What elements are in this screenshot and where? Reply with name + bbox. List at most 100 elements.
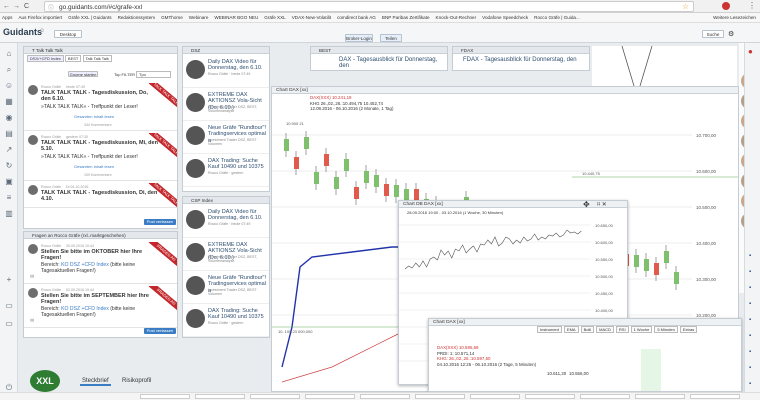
chart-icon[interactable]: ▪ [749, 317, 751, 323]
broker-login-button[interactable]: Broker-Login [345, 34, 373, 42]
read-more-link[interactable]: Gesamten Inhalt lesen [74, 164, 114, 169]
alert-icon[interactable]: ● [748, 47, 753, 56]
taskbar-item[interactable] [525, 394, 575, 399]
feed-title[interactable]: Daily DAX Video für Donnerstag, den 6.10… [208, 59, 268, 72]
user-icon[interactable]: ☺ [4, 81, 14, 91]
taskbar-item[interactable] [470, 394, 520, 399]
guidants-logo[interactable]: Guidants [3, 27, 42, 37]
lock-icon[interactable]: ▣ [4, 177, 14, 187]
other-bookmarks[interactable]: Weitere Lesezeichen [713, 15, 756, 20]
bookmark-item[interactable]: Redaktionssystem [118, 15, 156, 20]
feed-item[interactable]: EXTREME DAX AKTIONSZ Vola-Sicht (Do, 6.1… [183, 90, 269, 121]
bookmark-item[interactable]: Aus Firefox importiert [18, 15, 62, 20]
trend-icon[interactable]: ↗ [4, 145, 14, 155]
list-icon[interactable]: ▪ [749, 285, 751, 291]
post-title[interactable]: Stellen Sie bitte im OKTOBER hier Ihre F… [41, 249, 159, 261]
fdax-headline[interactable]: FDAX - Tagesausblick für Donnerstag, den [463, 57, 577, 63]
tab-dsx[interactable]: DSX/+CFD Index [27, 55, 64, 62]
taskbar-item[interactable] [690, 394, 740, 399]
user-icon[interactable]: ☺ [39, 28, 45, 34]
post-author[interactable]: Rocco Gräfe [41, 85, 61, 89]
chart-icon[interactable]: ▪ [749, 349, 751, 355]
feed-title[interactable]: DAX Trading: Suche Kauf 10490 und 10375 [208, 308, 268, 321]
bookmark-item[interactable]: Vodafone Speedcheck [482, 15, 528, 20]
post-author[interactable]: Rocco Gräfe [41, 185, 61, 189]
avatar[interactable] [28, 185, 38, 195]
feed-item[interactable]: Neue Gräfe "Rundtour"! Tradingservices o… [183, 123, 269, 154]
feed-item[interactable]: Daily DAX Video für Donnerstag, den 6.10… [183, 57, 269, 88]
calendar-icon[interactable]: ▦ [4, 97, 14, 107]
eye-icon[interactable]: ◉ [4, 113, 14, 123]
avatar[interactable] [28, 244, 38, 254]
grid-icon[interactable]: ▥ [4, 209, 14, 219]
post-item[interactable]: Rocco Gräfe 02.09.2016 10:44 Stellen Sie b… [24, 286, 177, 328]
post-title[interactable]: Stellen Sie bitte im SEPTEMBER hier Ihre… [41, 293, 159, 305]
bookmark-item[interactable]: Rocco Gräfe | Guida... [534, 15, 580, 20]
house-icon[interactable]: ⌂ [4, 49, 14, 59]
bookmark-item[interactable]: WEBINAR BGO NEU [214, 15, 258, 20]
forward-button[interactable]: → [13, 3, 20, 10]
layer-icon[interactable]: ≡ [4, 193, 14, 203]
taskbar-item[interactable] [305, 394, 355, 399]
share-button[interactable]: Teilen [380, 34, 402, 42]
star-icon[interactable]: ☆ [682, 2, 689, 11]
post-item[interactable]: Rocco Gräfe heute 07:49 TALK TALK TALK - T… [24, 83, 177, 131]
bookmark-item[interactable]: Knock-Out-Rechner [436, 15, 477, 20]
post-author[interactable]: Rocco Gräfe [41, 288, 61, 292]
post-verfassen-button[interactable]: Post verfassen [144, 219, 176, 225]
bookmark-item[interactable]: VDAX-New-Volatilit [292, 15, 331, 20]
taskbar-item[interactable] [360, 394, 410, 399]
search-icon[interactable]: ⌕ [4, 65, 14, 75]
toolbar-button[interactable]: Extras [679, 326, 698, 333]
toolbar-button[interactable]: EMA [563, 326, 579, 333]
best-headline[interactable]: DAX - Tagesausblick für Donnerstag, den [339, 57, 447, 70]
post-title[interactable]: TALK TALK TALK - Tagesdiskussion, Do, de… [41, 90, 159, 102]
feed-item[interactable]: EXTREME DAX AKTIONSZ Vola-Sicht (Do, 6.1… [183, 240, 269, 271]
comment-count[interactable]: 109 Kommentare [84, 173, 112, 177]
bookmark-item[interactable]: Gräfe XXL [264, 15, 285, 20]
post-item[interactable]: Rocco Gräfe Di 04.10.2016 TALK TALK TALK -… [24, 183, 177, 208]
taskbar-item[interactable] [415, 394, 465, 399]
toolbar-button[interactable]: Bolli [580, 326, 595, 333]
feed-item[interactable]: Daily DAX Video für Donnerstag, den 6.10… [183, 207, 269, 238]
chart-icon[interactable]: ▪ [749, 381, 751, 387]
post-item[interactable]: Rocco Gräfe gestern 07:30 TALK TALK TALK -… [24, 133, 177, 181]
address-bar[interactable]: ⓘ go.guidants.com/#c/grafe-xxl ☆ [44, 1, 694, 12]
toolbar-button[interactable]: RSI [615, 326, 629, 333]
tab-risikoprofil[interactable]: Risikoprofil [122, 378, 151, 384]
bookmark-item[interactable]: Webinare [189, 15, 209, 20]
bookmark-item[interactable]: Gräfe XXL | Guidants [68, 15, 111, 20]
bookmark-item[interactable]: Apps [2, 15, 12, 20]
chart-icon[interactable]: ▪ [749, 301, 751, 307]
post-verfassen-button[interactable]: Post verfassen [144, 328, 176, 334]
plus-icon[interactable]: + [4, 275, 14, 285]
feed-item[interactable]: DAX Trading: Suche Kauf 10490 und 10375 R… [183, 156, 269, 187]
comment-icon[interactable]: ✉ [30, 274, 34, 280]
comment-count[interactable]: 344 Kommentare [84, 123, 112, 127]
tab-steckbrief[interactable]: Steckbrief [80, 378, 111, 386]
taskbar-item[interactable] [250, 394, 300, 399]
chart-icon[interactable]: ▪ [749, 333, 751, 339]
chart-icon[interactable]: ▤ [4, 129, 14, 139]
avatar[interactable] [28, 135, 38, 145]
toolbar-button[interactable]: 5 Minuten [654, 326, 678, 333]
post-title[interactable]: TALK TALK TALK - Tagesdiskussion, Di, de… [41, 190, 159, 202]
dax-5min-chart-window[interactable]: Chart DAX [xx] Instrument EMA Bolli MACD RSI… [428, 318, 742, 392]
filter-select[interactable]: Tpo [136, 71, 171, 78]
toolbar-button[interactable]: Instrument [537, 326, 562, 333]
gear-icon[interactable]: ▪ [749, 253, 751, 259]
taskbar-item[interactable] [635, 394, 685, 399]
feed-item[interactable]: Neue Gräfe "Rundtour"! Tradingservices o… [183, 273, 269, 304]
desktop-button[interactable]: Desktop [54, 30, 82, 38]
folder-icon[interactable]: ▭ [4, 319, 14, 329]
taskbar-item[interactable] [140, 394, 190, 399]
settings-icon[interactable]: ⚙ [728, 30, 734, 38]
tab-best[interactable]: BEST [64, 55, 82, 62]
post-author[interactable]: Rocco Gräfe [41, 135, 61, 139]
follow-button[interactable]: Gruene starten [68, 71, 98, 77]
menu-icon[interactable]: ⋮ [748, 1, 756, 10]
refresh-icon[interactable]: ↻ [4, 161, 14, 171]
comment-icon[interactable]: ✉ [30, 318, 34, 324]
search-button[interactable]: Suche [702, 30, 724, 38]
extension-icon[interactable] [722, 2, 730, 10]
